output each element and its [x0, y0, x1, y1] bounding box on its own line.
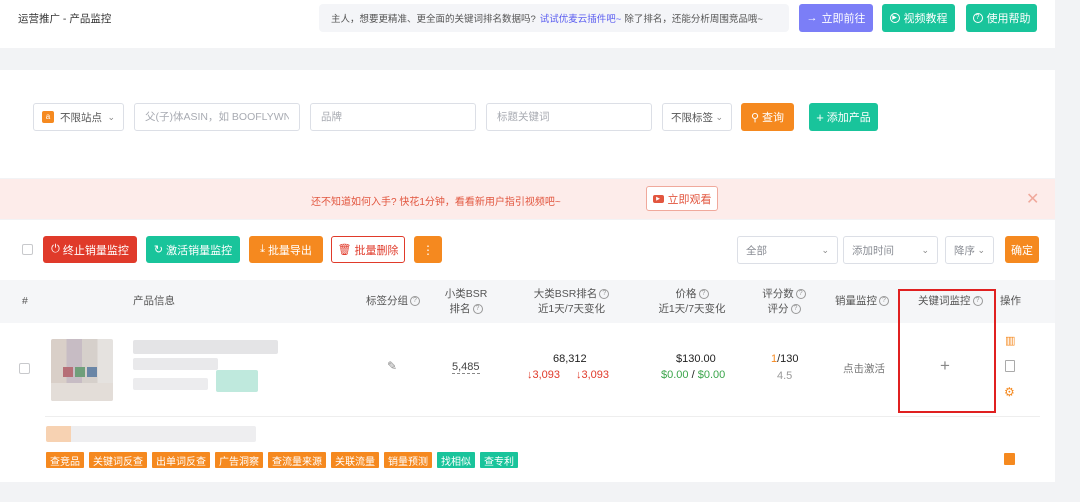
tag-order-keyword-reverse[interactable]: 出单词反查: [152, 452, 210, 468]
activate-monitor-button[interactable]: ↻ 激活销量监控: [146, 236, 240, 263]
col-tag-group: 标签分组?: [366, 294, 420, 309]
product-meta-blurred-2: [133, 378, 208, 390]
col-big-bsr: 大类BSR排名? 近1天/7天变化: [524, 287, 619, 317]
edit-tag-icon[interactable]: ✎: [387, 359, 397, 373]
help-icon: ?: [472, 304, 483, 315]
chevron-down-icon: ⌄: [821, 244, 829, 255]
arrow-right-icon: →: [806, 12, 818, 24]
bar-chart-icon[interactable]: ▥: [1005, 334, 1015, 347]
select-all-checkbox[interactable]: [22, 244, 33, 255]
keyword-monitor-highlight: [898, 289, 996, 413]
add-product-button[interactable]: + 添加产品: [809, 103, 878, 131]
help-button[interactable]: ? 使用帮助: [966, 4, 1037, 32]
more-actions-button[interactable]: ⋮: [414, 236, 442, 263]
col-product-info: 产品信息: [133, 295, 175, 307]
video-icon: ▶: [652, 194, 664, 203]
product-meta-blurred: [133, 358, 218, 370]
tag-select[interactable]: 不限标签 ⌄: [662, 103, 732, 131]
price-day-change: $0.00: [661, 369, 689, 381]
tag-sales-forecast[interactable]: 销量预测: [384, 452, 432, 468]
add-keyword-monitor-button[interactable]: +: [940, 356, 950, 376]
brand-input[interactable]: [310, 103, 476, 131]
range-select[interactable]: 全部 ⌄: [737, 236, 838, 264]
help-icon: ?: [879, 296, 889, 307]
tag-ad-insight[interactable]: 广告洞察: [215, 452, 263, 468]
col-price: 价格? 近1天/7天变化: [658, 288, 726, 315]
price-value: $130.00: [676, 353, 716, 365]
guide-banner-text: 还不知道如何入手? 快花1分钟，看看新用户指引视频吧~: [311, 197, 561, 208]
sub-info-blurred: [46, 426, 256, 442]
help-icon: ?: [410, 296, 420, 307]
chevron-down-icon: ⌄: [921, 244, 929, 255]
quick-tags: 查竞品 关键词反查 出单词反查 广告洞察 查流量来源 关联流量 销量预测 找相似…: [46, 452, 518, 468]
chevron-down-icon: ⌄: [107, 111, 115, 122]
sort-order-select[interactable]: 降序 ⌄: [945, 236, 994, 264]
big-bsr-week-change: ↓3,093: [576, 369, 610, 381]
site-select[interactable]: a 不限站点 ⌄: [33, 103, 124, 131]
activate-sales-monitor-link[interactable]: 点击激活: [843, 361, 885, 376]
rating-value: 4.5: [777, 370, 793, 382]
bulk-delete-button[interactable]: 🗑 批量删除: [331, 236, 405, 263]
calculator-icon[interactable]: [1004, 453, 1015, 465]
power-icon: ⏻: [51, 243, 60, 255]
help-icon: ?: [599, 289, 610, 300]
notice-text-after: 除了排名，还能分析周围竞品哦~: [624, 14, 763, 25]
rating-count: 1/130: [771, 353, 799, 365]
product-badge-blurred: [216, 370, 258, 392]
notice-plugin-link[interactable]: 试试优麦云插件吧~: [540, 11, 622, 25]
help-circle-icon: ?: [972, 13, 983, 23]
watch-now-button[interactable]: ▶ 立即观看: [646, 186, 718, 211]
tag-patent[interactable]: 查专利: [480, 452, 518, 468]
col-ops: 操作: [1000, 295, 1021, 307]
title-keyword-input[interactable]: [486, 103, 652, 131]
plus-icon: +: [816, 109, 824, 125]
tag-related-traffic[interactable]: 关联流量: [331, 452, 379, 468]
row-checkbox[interactable]: [19, 363, 30, 374]
help-icon: ?: [795, 289, 806, 300]
big-bsr-day-change: ↓3,093: [527, 369, 561, 381]
trash-icon: 🗑: [337, 244, 352, 256]
close-icon[interactable]: ✕: [1026, 189, 1039, 209]
go-now-button[interactable]: → 立即前往: [799, 4, 873, 32]
price-changes: $0.00 / $0.00: [661, 369, 726, 381]
product-title-blurred: [133, 340, 278, 354]
price-week-change: $0.00: [697, 369, 726, 381]
download-icon: ⤓: [260, 243, 265, 255]
row-divider: [45, 416, 1040, 417]
col-rating: 评分数? 评分?: [758, 287, 810, 317]
big-bsr-value: 68,312: [553, 353, 587, 365]
play-circle-icon: ▶: [889, 13, 900, 23]
col-index: #: [22, 295, 28, 307]
notice-box: 主人，想要更精准、更全面的关键词排名数据吗? 试试优麦云插件吧~ 除了排名，还能…: [319, 4, 789, 32]
help-icon: ?: [698, 289, 709, 300]
confirm-button[interactable]: 确定: [1005, 236, 1039, 263]
col-sales-monitor: 销量监控?: [835, 294, 889, 309]
notice-text: 主人，想要更精准、更全面的关键词排名数据吗?: [331, 14, 536, 25]
stop-monitor-button[interactable]: ⏻ 终止销量监控: [43, 236, 137, 263]
help-icon: ?: [790, 304, 801, 315]
chevron-down-icon: ⌄: [715, 111, 723, 122]
asin-input[interactable]: [134, 103, 300, 131]
small-bsr-value[interactable]: 5,485: [452, 361, 480, 374]
tag-traffic-source[interactable]: 查流量来源: [268, 452, 326, 468]
search-button[interactable]: ⚲ 查询: [741, 103, 794, 131]
refresh-icon: ↻: [153, 244, 164, 256]
col-small-bsr: 小类BSR 排名?: [444, 288, 488, 315]
document-icon[interactable]: [1005, 360, 1015, 372]
product-thumbnail[interactable]: [51, 339, 113, 401]
chevron-down-icon: ⌄: [977, 244, 985, 255]
sort-field-select[interactable]: 添加时间 ⌄: [843, 236, 938, 264]
tag-keyword-reverse[interactable]: 关键词反查: [89, 452, 147, 468]
bulk-export-button[interactable]: ⤓ 批量导出: [249, 236, 323, 263]
breadcrumb: 运营推广 - 产品监控: [18, 13, 112, 25]
video-tutorial-button[interactable]: ▶ 视频教程: [882, 4, 955, 32]
amazon-icon: a: [42, 111, 54, 123]
tag-find-similar[interactable]: 找相似: [437, 452, 475, 468]
tag-competitor[interactable]: 查竞品: [46, 452, 84, 468]
search-icon: ⚲: [750, 111, 760, 124]
settings-icon[interactable]: ⚙: [1004, 385, 1015, 399]
